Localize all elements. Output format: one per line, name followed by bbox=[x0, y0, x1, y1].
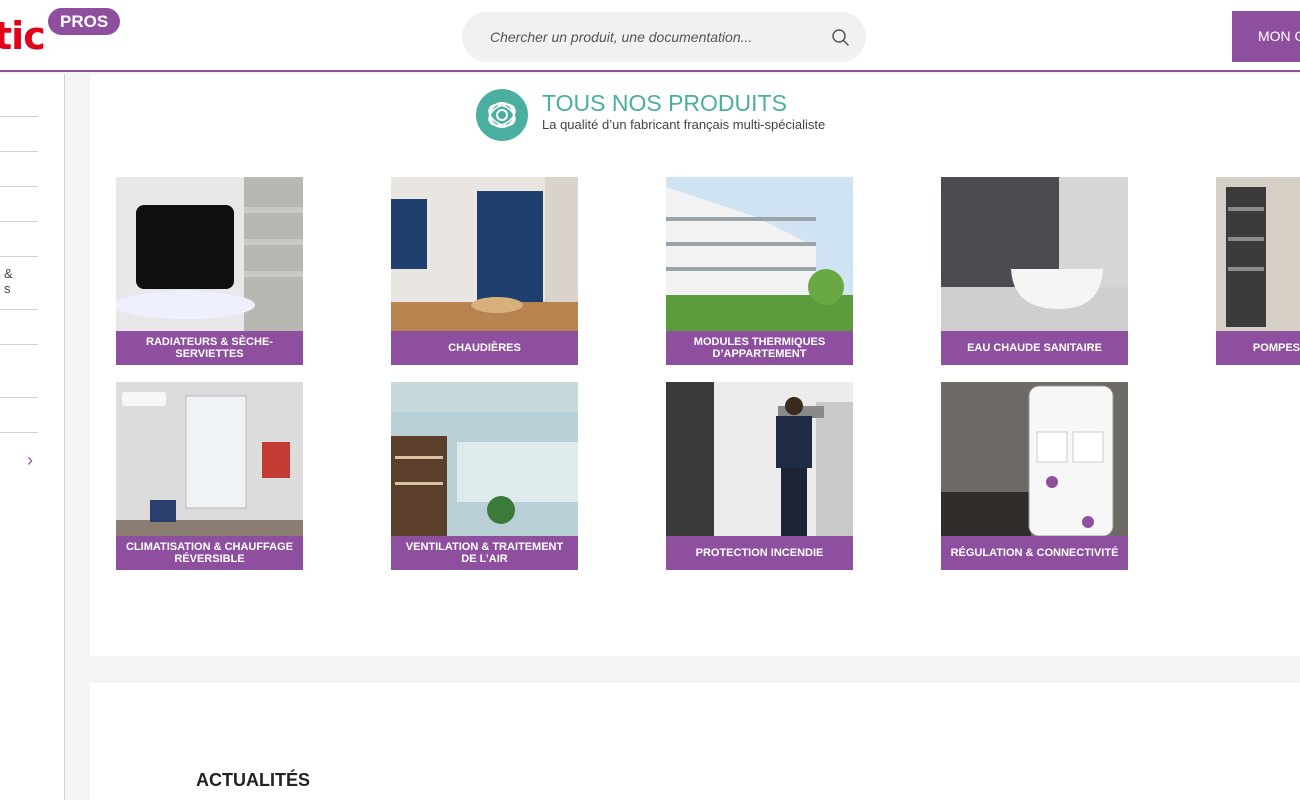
product-card-chaudieres[interactable]: CHAUDIÈRES bbox=[391, 177, 578, 365]
products-logo-icon bbox=[476, 89, 528, 141]
product-image bbox=[391, 382, 578, 536]
product-label: CHAUDIÈRES bbox=[391, 331, 578, 365]
product-card-ventilation[interactable]: VENTILATION & TRAITEMENT DE L’AIR bbox=[391, 382, 578, 570]
sidebar-divider bbox=[0, 432, 38, 433]
search-bar[interactable]: Chercher un produit, une documentation..… bbox=[462, 12, 866, 62]
product-label: PROTECTION INCENDIE bbox=[666, 536, 853, 570]
product-image bbox=[666, 382, 853, 536]
search-button[interactable] bbox=[828, 25, 854, 51]
product-image bbox=[941, 177, 1128, 331]
section-title: TOUS NOS PRODUITS bbox=[542, 90, 787, 116]
product-image bbox=[391, 177, 578, 331]
product-image bbox=[941, 382, 1128, 536]
product-label: MODULES THERMIQUES D’APPARTEMENT bbox=[666, 331, 853, 365]
sidebar-item-fragment[interactable]: s bbox=[4, 281, 11, 296]
product-card-modules[interactable]: MODULES THERMIQUES D’APPARTEMENT bbox=[666, 177, 853, 365]
product-label: CLIMATISATION & CHAUFFAGE RÉVERSIBLE bbox=[116, 536, 303, 570]
product-label: VENTILATION & TRAITEMENT DE L’AIR bbox=[391, 536, 578, 570]
top-header: tic PROS Chercher un produit, une docume… bbox=[0, 0, 1300, 72]
search-input[interactable]: Chercher un produit, une documentation..… bbox=[490, 29, 752, 45]
news-panel: ACTUALITÉS bbox=[90, 683, 1300, 800]
sidebar-divider bbox=[0, 116, 38, 117]
sidebar-divider bbox=[0, 309, 38, 310]
sidebar-divider bbox=[0, 344, 38, 345]
search-icon bbox=[832, 29, 849, 46]
sidebar-item-fragment[interactable]: & bbox=[4, 266, 13, 281]
sidebar-divider bbox=[0, 221, 38, 222]
product-label: POMPES bbox=[1216, 331, 1300, 365]
product-image bbox=[1216, 177, 1300, 331]
product-card-eau-chaude[interactable]: EAU CHAUDE SANITAIRE bbox=[941, 177, 1128, 365]
product-label: EAU CHAUDE SANITAIRE bbox=[941, 331, 1128, 365]
product-card-climatisation[interactable]: CLIMATISATION & CHAUFFAGE RÉVERSIBLE bbox=[116, 382, 303, 570]
product-image bbox=[116, 177, 303, 331]
product-card-regulation[interactable]: RÉGULATION & CONNECTIVITÉ bbox=[941, 382, 1128, 570]
product-image bbox=[666, 177, 853, 331]
news-title: ACTUALITÉS bbox=[196, 770, 310, 790]
category-sidebar: & s › bbox=[0, 74, 65, 800]
brand-logo[interactable]: tic bbox=[0, 14, 46, 58]
account-button[interactable]: MON C bbox=[1232, 11, 1300, 62]
section-subtitle: La qualité d’un fabricant français multi… bbox=[542, 117, 826, 132]
product-label: RÉGULATION & CONNECTIVITÉ bbox=[941, 536, 1128, 570]
sidebar-divider bbox=[0, 397, 38, 398]
sidebar-divider bbox=[0, 256, 38, 257]
sidebar-divider bbox=[0, 151, 38, 152]
product-card-protection-incendie[interactable]: PROTECTION INCENDIE bbox=[666, 382, 853, 570]
product-image bbox=[116, 382, 303, 536]
product-label: RADIATEURS & SÈCHE-SERVIETTES bbox=[116, 331, 303, 365]
chevron-right-icon[interactable]: › bbox=[27, 450, 33, 471]
sidebar-divider bbox=[0, 186, 38, 187]
pros-badge: PROS bbox=[48, 8, 121, 35]
product-card-pompes[interactable]: POMPES bbox=[1216, 177, 1300, 365]
product-card-radiateurs[interactable]: RADIATEURS & SÈCHE-SERVIETTES bbox=[116, 177, 303, 365]
